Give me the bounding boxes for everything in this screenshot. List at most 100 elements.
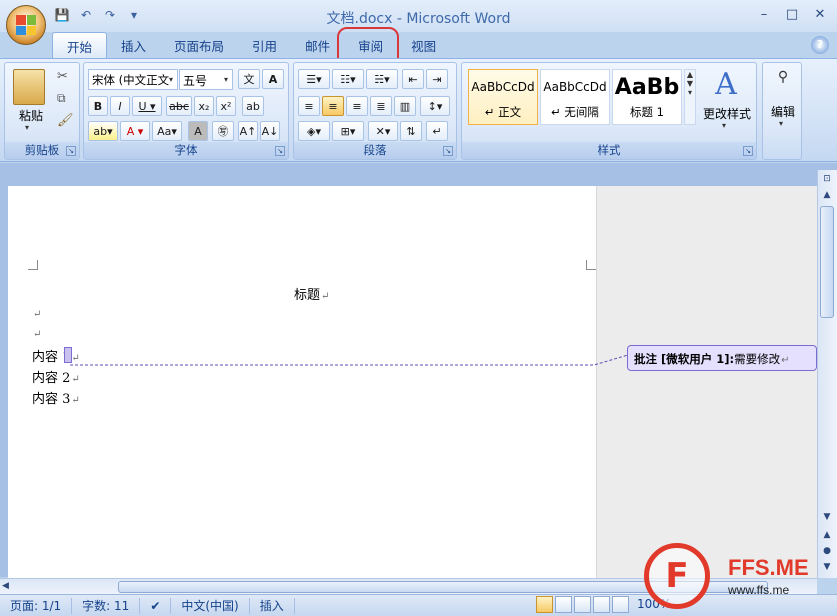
change-styles-icon[interactable]: A [700, 67, 752, 107]
shrink-font-icon[interactable]: A↓ [260, 121, 280, 141]
binoculars-icon[interactable]: ⚲ [772, 69, 794, 89]
chinese-layout-icon[interactable]: ✕▾ [368, 121, 398, 141]
content-line-3[interactable]: 内容 3↵ [32, 388, 80, 407]
web-layout-view-icon[interactable] [574, 596, 591, 613]
subscript-icon[interactable]: x₂ [194, 96, 214, 116]
comment-text: 需要修改 [734, 352, 781, 366]
font-name-dropdown-icon[interactable]: ▾ [165, 70, 177, 89]
draft-view-icon[interactable] [612, 596, 629, 613]
enclose-characters-icon[interactable]: ㊢ [212, 121, 234, 141]
maximize-button[interactable]: □ [781, 4, 803, 24]
copy-icon[interactable]: ⧉ [57, 91, 66, 106]
tab-home[interactable]: 开始 [52, 32, 108, 58]
tab-page-layout[interactable]: 页面布局 [160, 32, 238, 58]
decrease-indent-icon[interactable]: ⇤ [402, 69, 424, 89]
paste-icon[interactable] [13, 69, 45, 105]
character-border-icon[interactable]: A [262, 69, 284, 89]
status-insert-mode[interactable]: 插入 [250, 597, 295, 614]
ruler-toggle-icon[interactable]: ⊡ [820, 172, 834, 186]
style-heading-1[interactable]: AaBb 标题 1 [612, 69, 682, 125]
borders-icon[interactable]: ⊞▾ [332, 121, 364, 141]
office-logo-icon [16, 15, 36, 35]
font-name-value: 宋体 (中文正文 [92, 73, 170, 87]
align-center-icon[interactable]: ≡ [322, 96, 344, 116]
format-painter-icon[interactable]: 🖌 [57, 113, 74, 128]
status-words[interactable]: 字数: 11 [72, 597, 141, 614]
tab-view[interactable]: 视图 [397, 32, 450, 58]
proofing-icon[interactable]: ✔ [140, 597, 172, 614]
strikethrough-icon[interactable]: abc [166, 96, 192, 116]
office-button[interactable] [6, 5, 46, 45]
paragraph-launcher-icon[interactable]: ↘ [443, 146, 453, 156]
status-language[interactable]: 中文(中国) [171, 597, 250, 614]
vertical-scrollbar[interactable]: ⊡ ▲ ▼ ▲ ● ▼ [817, 170, 837, 578]
italic-icon[interactable]: I [110, 96, 130, 116]
print-layout-view-icon[interactable] [536, 596, 553, 613]
style-no-spacing-preview: AaBbCcDd [543, 80, 607, 94]
multilevel-list-icon[interactable]: ☵▾ [366, 69, 398, 89]
change-styles-button[interactable]: 更改样式 [698, 105, 756, 122]
tab-references[interactable]: 引用 [238, 32, 291, 58]
font-launcher-icon[interactable]: ↘ [275, 146, 285, 156]
document-title[interactable]: 标题↵ [294, 284, 329, 303]
font-size-dropdown-icon[interactable]: ▾ [220, 70, 232, 89]
styles-gallery-scroll[interactable]: ▲ ▼ ▾ [684, 69, 696, 125]
paragraph-mark: ↵ [321, 291, 330, 302]
sort-icon[interactable]: ⇅ [400, 121, 422, 141]
paragraph-group: ☰▾ ☷▾ ☵▾ ⇤ ⇥ ≡ ≡ ≡ ≣ ▥ ↕▾ ◈▾ ⊞▾ ✕▾ ⇅ ↵ 段… [293, 62, 457, 160]
distributed-icon[interactable]: ▥ [394, 96, 416, 116]
empty-paragraph[interactable]: ↵ [32, 326, 41, 341]
character-shading-icon[interactable]: A [188, 121, 208, 141]
style-no-spacing[interactable]: AaBbCcDd ↵ 无间隔 [540, 69, 610, 125]
line-spacing-icon[interactable]: ↕▾ [420, 96, 450, 116]
align-left-icon[interactable]: ≡ [298, 96, 320, 116]
comment-author: 批注 [微软用户 1]: [634, 352, 735, 366]
change-case-icon[interactable]: Aa▾ [152, 121, 182, 141]
font-size-combo[interactable]: 五号 ▾ [179, 69, 233, 90]
numbering-icon[interactable]: ☷▾ [332, 69, 364, 89]
paste-dropdown-icon[interactable]: ▾ [25, 123, 29, 132]
styles-group-label: 样式 [462, 142, 756, 159]
scroll-up-icon[interactable]: ▲ [820, 188, 834, 202]
styles-launcher-icon[interactable]: ↘ [743, 146, 753, 156]
style-heading-1-preview: AaBb [614, 74, 680, 100]
paragraph-mark: ↵ [33, 329, 42, 340]
empty-paragraph[interactable]: ↵ [32, 306, 41, 321]
scroll-left-icon[interactable]: ◀ [2, 581, 9, 591]
cut-icon[interactable]: ✂ [57, 69, 68, 84]
full-screen-reading-view-icon[interactable] [555, 596, 572, 613]
bullets-icon[interactable]: ☰▾ [298, 69, 330, 89]
highlight-color-icon[interactable]: ab▾ [88, 121, 118, 141]
increase-indent-icon[interactable]: ⇥ [426, 69, 448, 89]
shading-icon[interactable]: ◈▾ [298, 121, 330, 141]
help-icon[interactable]: ? [811, 36, 829, 54]
paste-button[interactable]: 粘贴 [11, 107, 51, 124]
superscript-icon[interactable]: x² [216, 96, 236, 116]
styles-group: AaBbCcDd ↵ 正文 AaBbCcDd ↵ 无间隔 AaBb 标题 1 ▲… [461, 62, 757, 160]
close-button[interactable]: ✕ [809, 4, 831, 24]
paragraph-mark: ↵ [781, 355, 790, 366]
phonetic-guide-icon[interactable]: 文 [238, 69, 260, 89]
grow-font-icon[interactable]: A↑ [238, 121, 258, 141]
font-color-icon[interactable]: A ▾ [120, 121, 150, 141]
underline-icon[interactable]: U ▾ [132, 96, 162, 116]
document-page[interactable]: 标题↵ ↵ ↵ 内容 1↵ 内容 2↵ 内容 3↵ [8, 186, 596, 578]
clear-formatting-icon[interactable]: ab [242, 96, 264, 116]
status-page[interactable]: 页面: 1/1 [0, 597, 73, 614]
outline-view-icon[interactable] [593, 596, 610, 613]
editing-dropdown-icon[interactable]: ▾ [779, 119, 783, 128]
align-right-icon[interactable]: ≡ [346, 96, 368, 116]
change-styles-dropdown-icon[interactable]: ▾ [722, 121, 726, 130]
comment-balloon[interactable]: 批注 [微软用户 1]:需要修改↵ [627, 345, 817, 371]
justify-icon[interactable]: ≣ [370, 96, 392, 116]
vertical-scroll-thumb[interactable] [820, 206, 834, 318]
bold-icon[interactable]: B [88, 96, 108, 116]
font-name-combo[interactable]: 宋体 (中文正文 ▾ [88, 69, 178, 90]
scroll-down-icon[interactable]: ▼ [820, 510, 834, 524]
show-marks-icon[interactable]: ↵ [426, 121, 448, 141]
tab-insert[interactable]: 插入 [107, 32, 160, 58]
editing-button[interactable]: 编辑 [765, 103, 801, 120]
minimize-button[interactable]: – [753, 4, 775, 24]
clipboard-launcher-icon[interactable]: ↘ [66, 146, 76, 156]
style-normal[interactable]: AaBbCcDd ↵ 正文 [468, 69, 538, 125]
